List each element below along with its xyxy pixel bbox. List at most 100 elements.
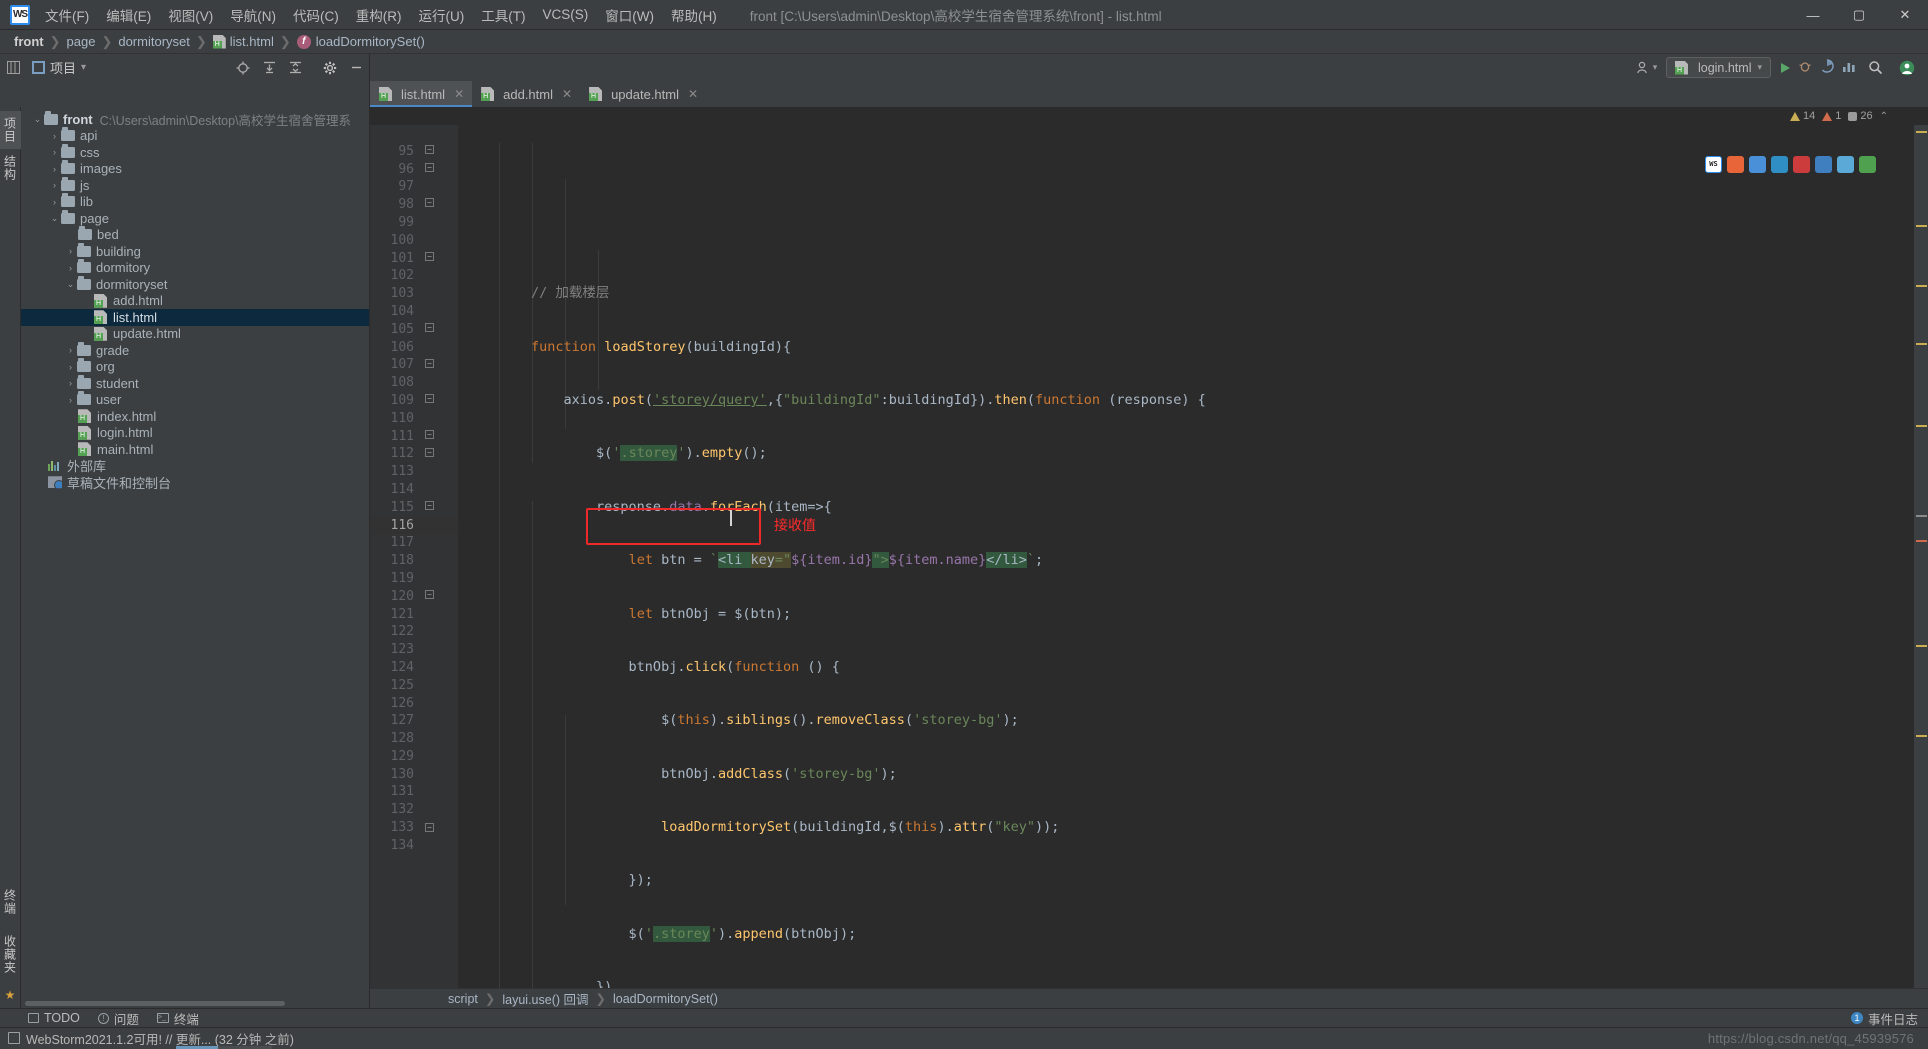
marker-warning[interactable] [1916,735,1927,737]
error-count[interactable]: 1 [1822,110,1841,122]
chevron-right-icon[interactable]: › [64,362,77,372]
expand-all-icon[interactable] [258,57,280,79]
user-avatar-icon[interactable] [1896,57,1918,79]
chevron-right-icon[interactable]: › [64,263,77,273]
marker-warning[interactable] [1916,425,1927,427]
panel-icon[interactable] [2,57,24,79]
minimize-button[interactable]: — [1790,0,1836,30]
menu-file[interactable]: 文件(F) [38,1,96,29]
close-icon[interactable]: ✕ [688,87,698,101]
collapse-all-icon[interactable] [284,57,306,79]
chevron-right-icon[interactable]: › [48,164,61,174]
source-code[interactable]: // 加载楼层 function loadStorey(buildingId){… [458,125,1914,988]
debug-icon[interactable] [1798,59,1812,76]
editor-breadcrumb-item-callback[interactable]: layui.use() 回调 [502,989,588,1008]
fold-marker-icon[interactable]: − [425,323,434,332]
run-configuration-selector[interactable]: login.html ▾ [1665,57,1771,78]
error-stripe-markers[interactable] [1914,125,1928,988]
hide-panel-icon[interactable] [345,57,367,79]
fold-marker-icon[interactable]: − [425,430,434,439]
marker-warning[interactable] [1916,225,1927,227]
chevron-down-icon[interactable]: ⌄ [31,114,44,125]
profile-icon[interactable] [1842,59,1856,76]
editor-breadcrumb-item-function[interactable]: loadDormitorySet() [613,992,718,1006]
tree-node-images[interactable]: › images [21,160,369,178]
menu-refactor[interactable]: 重构(R) [349,1,409,29]
sidebar-item-terminal[interactable]: 终端 [0,883,21,921]
tree-node-index-html[interactable]: index.html [21,408,369,425]
chevron-right-icon[interactable]: › [48,147,61,157]
safari-icon[interactable] [1837,156,1854,173]
fold-marker-icon[interactable]: − [425,448,434,457]
tree-node-bed[interactable]: bed [21,226,369,244]
tree-node-js[interactable]: › js [21,176,369,194]
chevron-right-icon[interactable]: › [48,180,61,190]
status-message[interactable]: WebStorm2021.1.2可用! // 更新... (32 分钟 之前) [26,1029,294,1048]
other-count[interactable]: 26 [1848,110,1873,122]
chevron-up-icon[interactable]: ⌃ [1880,111,1888,122]
chrome-icon[interactable] [1749,156,1766,173]
close-icon[interactable]: ✕ [454,87,464,101]
opera-icon[interactable] [1793,156,1810,173]
sidebar-item-project[interactable]: 项目 [0,111,21,149]
other-browser-icon[interactable] [1859,156,1876,173]
menu-vcs[interactable]: VCS(S) [536,3,596,26]
chevron-right-icon[interactable]: › [48,131,61,141]
menu-help[interactable]: 帮助(H) [664,1,724,29]
menu-edit[interactable]: 编辑(E) [99,1,158,29]
webstorm-preview-icon[interactable]: WS [1705,156,1722,173]
tab-update-html[interactable]: update.html ✕ [580,81,707,107]
tree-node-update-html[interactable]: update.html [21,326,369,343]
code-area[interactable]: 94 95 96 97 98 99 100 101 102 103 104 10… [370,125,1928,988]
sidebar-item-structure[interactable]: 结构 [0,149,21,187]
tree-node-lib[interactable]: › lib [21,193,369,211]
tree-node-front[interactable]: ⌄ front C:\Users\admin\Desktop\高校学生宿舍管理系 [21,110,369,128]
account-icon[interactable]: ▾ [1636,57,1658,79]
fold-marker-icon[interactable]: − [425,394,434,403]
breadcrumb-item-file[interactable]: list.html [212,34,274,49]
tree-node-org[interactable]: › org [21,358,369,376]
event-log-button[interactable]: 1 事件日志 [1850,1009,1918,1028]
chevron-down-icon[interactable]: ⌄ [64,279,77,290]
chevron-right-icon[interactable]: › [64,395,77,405]
tree-node-student[interactable]: › student [21,374,369,392]
marker-warning[interactable] [1916,285,1927,287]
marker-caret[interactable] [1916,515,1927,517]
fold-marker-icon[interactable]: − [425,590,434,599]
tool-window-problems[interactable]: ! 问题 [97,1009,139,1028]
marker-warning[interactable] [1916,343,1927,345]
editor-breadcrumb-item-script[interactable]: script [448,992,478,1006]
chevron-right-icon[interactable]: › [64,378,77,388]
warning-count[interactable]: 14 [1789,110,1815,122]
project-view-selector[interactable]: 项目 ▾ [32,58,86,77]
firefox-icon[interactable] [1727,156,1744,173]
tree-node-login-html[interactable]: login.html [21,425,369,442]
fold-marker-icon[interactable]: − [425,501,434,510]
tree-node-scratches[interactable]: 草稿文件和控制台 [21,474,369,491]
tree-node-main-html[interactable]: main.html [21,441,369,458]
breadcrumb-item-front[interactable]: front [14,34,44,49]
tree-node-api[interactable]: › api [21,127,369,145]
tree-node-page[interactable]: ⌄ page [21,209,369,227]
fold-marker-icon[interactable]: − [425,823,434,832]
star-icon[interactable]: ★ [5,988,16,1002]
marker-warning[interactable] [1916,645,1927,647]
menu-tools[interactable]: 工具(T) [474,1,532,29]
close-button[interactable]: ✕ [1882,0,1928,30]
marker-error[interactable] [1916,540,1927,542]
tab-list-html[interactable]: list.html ✕ [370,81,473,107]
breadcrumb-item-dormitoryset[interactable]: dormitoryset [118,34,190,49]
tool-window-todo[interactable]: TODO [28,1011,80,1025]
chevron-right-icon[interactable]: › [64,246,77,256]
menu-code[interactable]: 代码(C) [286,1,346,29]
breadcrumb-item-function[interactable]: f loadDormitorySet() [296,34,425,49]
close-icon[interactable]: ✕ [562,87,572,101]
tab-add-html[interactable]: add.html ✕ [472,81,581,107]
project-horizontal-scrollbar[interactable] [21,999,369,1008]
tree-node-user[interactable]: › user [21,391,369,409]
sidebar-item-favorites[interactable]: 收藏夹 [0,929,21,980]
chevron-right-icon[interactable]: › [48,197,61,207]
tree-node-external-libraries[interactable]: 外部库 [21,458,369,474]
locate-file-icon[interactable] [232,57,254,79]
tree-node-building[interactable]: › building [21,242,369,260]
